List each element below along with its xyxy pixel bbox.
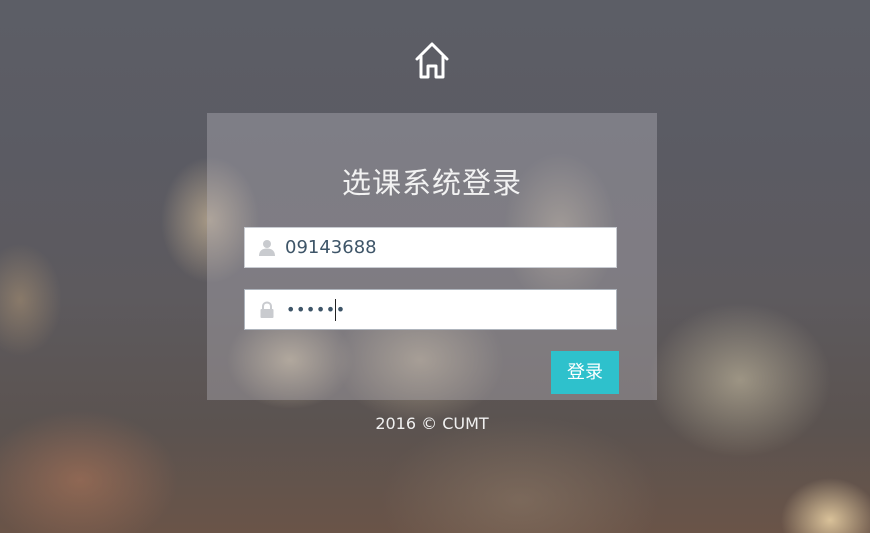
footer-copyright: 2016 © CUMT — [375, 414, 489, 433]
password-input[interactable]: •••••• — [286, 290, 346, 329]
username-input[interactable] — [285, 228, 605, 267]
user-icon — [258, 239, 276, 257]
username-field[interactable] — [244, 227, 617, 268]
lock-icon — [258, 301, 276, 319]
login-button[interactable]: 登录 — [551, 351, 619, 394]
password-field[interactable]: •••••• — [244, 289, 617, 330]
home-icon[interactable] — [412, 40, 452, 82]
page-title: 选课系统登录 — [341, 166, 522, 200]
text-caret — [335, 299, 336, 321]
